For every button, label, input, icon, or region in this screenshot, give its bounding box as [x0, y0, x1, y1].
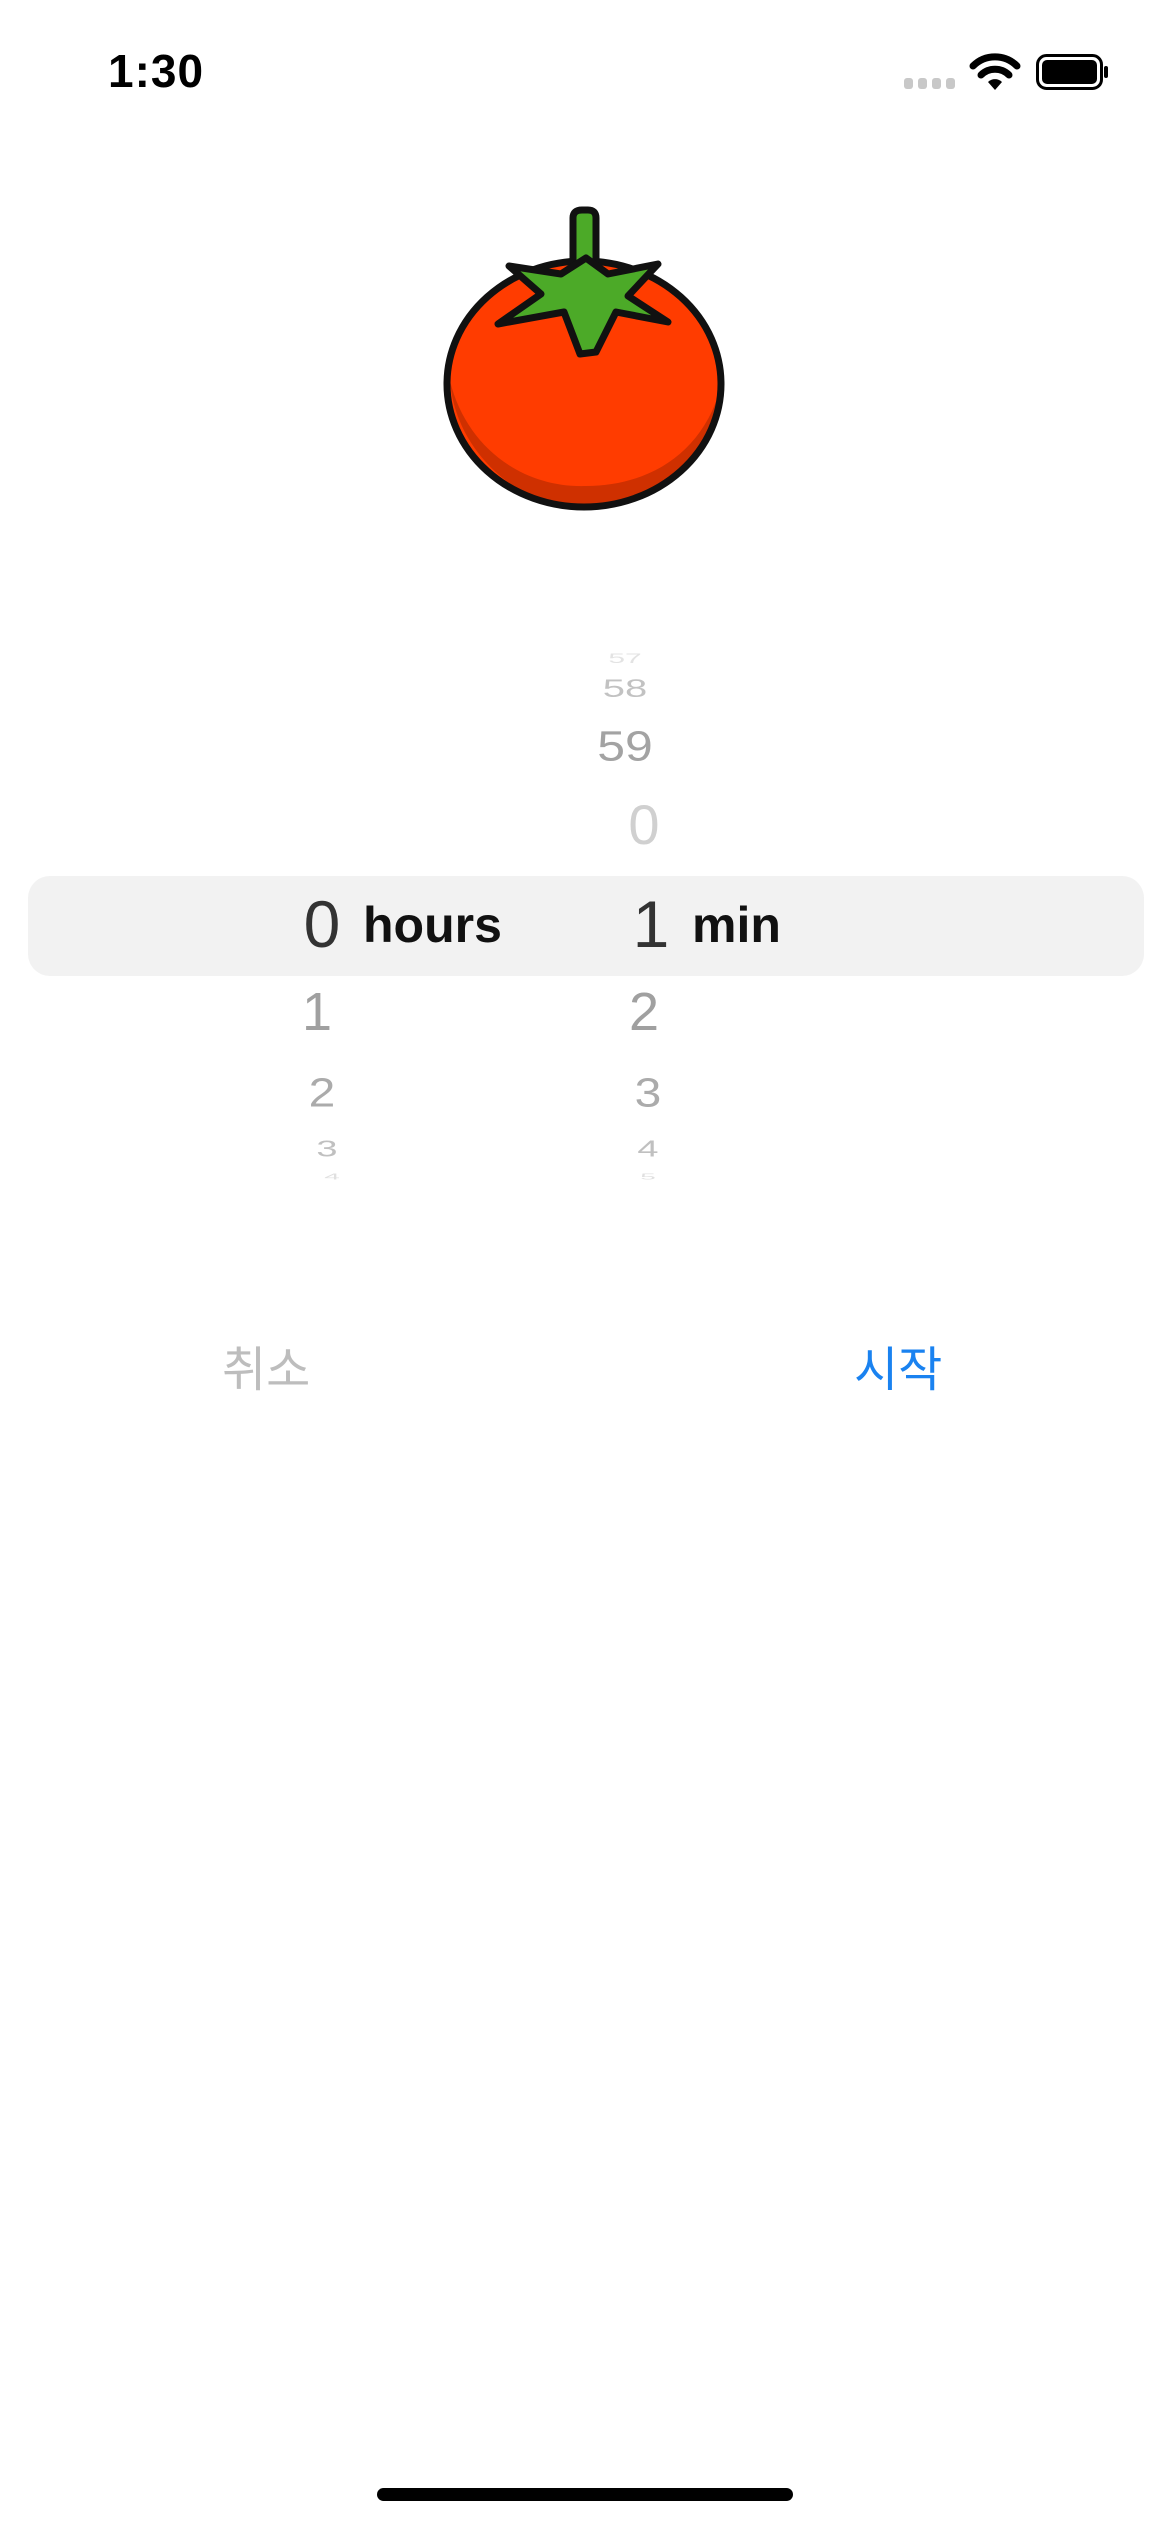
minutes-selected-value[interactable]: 1 [633, 891, 670, 957]
picker-selection-band [28, 876, 1144, 976]
minute-option[interactable]: 59 [597, 725, 653, 768]
cancel-button[interactable]: 취소 [222, 1346, 310, 1394]
minute-option[interactable]: 0 [628, 797, 659, 853]
start-button[interactable]: 시작 [854, 1346, 942, 1394]
hour-option[interactable]: 1 [302, 985, 332, 1039]
cellular-signal-icon [904, 78, 955, 89]
hour-option[interactable]: 4 [324, 1173, 340, 1181]
home-indicator[interactable] [377, 2488, 793, 2501]
hours-unit-label: hours [363, 897, 502, 953]
wifi-icon [969, 53, 1021, 90]
hours-selected-value[interactable]: 0 [304, 891, 341, 957]
minute-option[interactable]: 3 [635, 1073, 662, 1115]
hour-option[interactable]: 3 [316, 1137, 337, 1161]
tomato-icon [443, 206, 725, 511]
minutes-unit-label: min [692, 897, 781, 953]
minute-option[interactable]: 2 [629, 985, 659, 1039]
minute-option[interactable]: 5 [640, 1173, 656, 1181]
minute-option[interactable]: 4 [637, 1137, 658, 1161]
minute-option[interactable]: 58 [603, 677, 648, 702]
minute-option[interactable]: 57 [608, 652, 641, 666]
hour-option[interactable]: 2 [309, 1073, 336, 1115]
status-time: 1:30 [108, 45, 205, 97]
battery-icon [1036, 54, 1108, 90]
